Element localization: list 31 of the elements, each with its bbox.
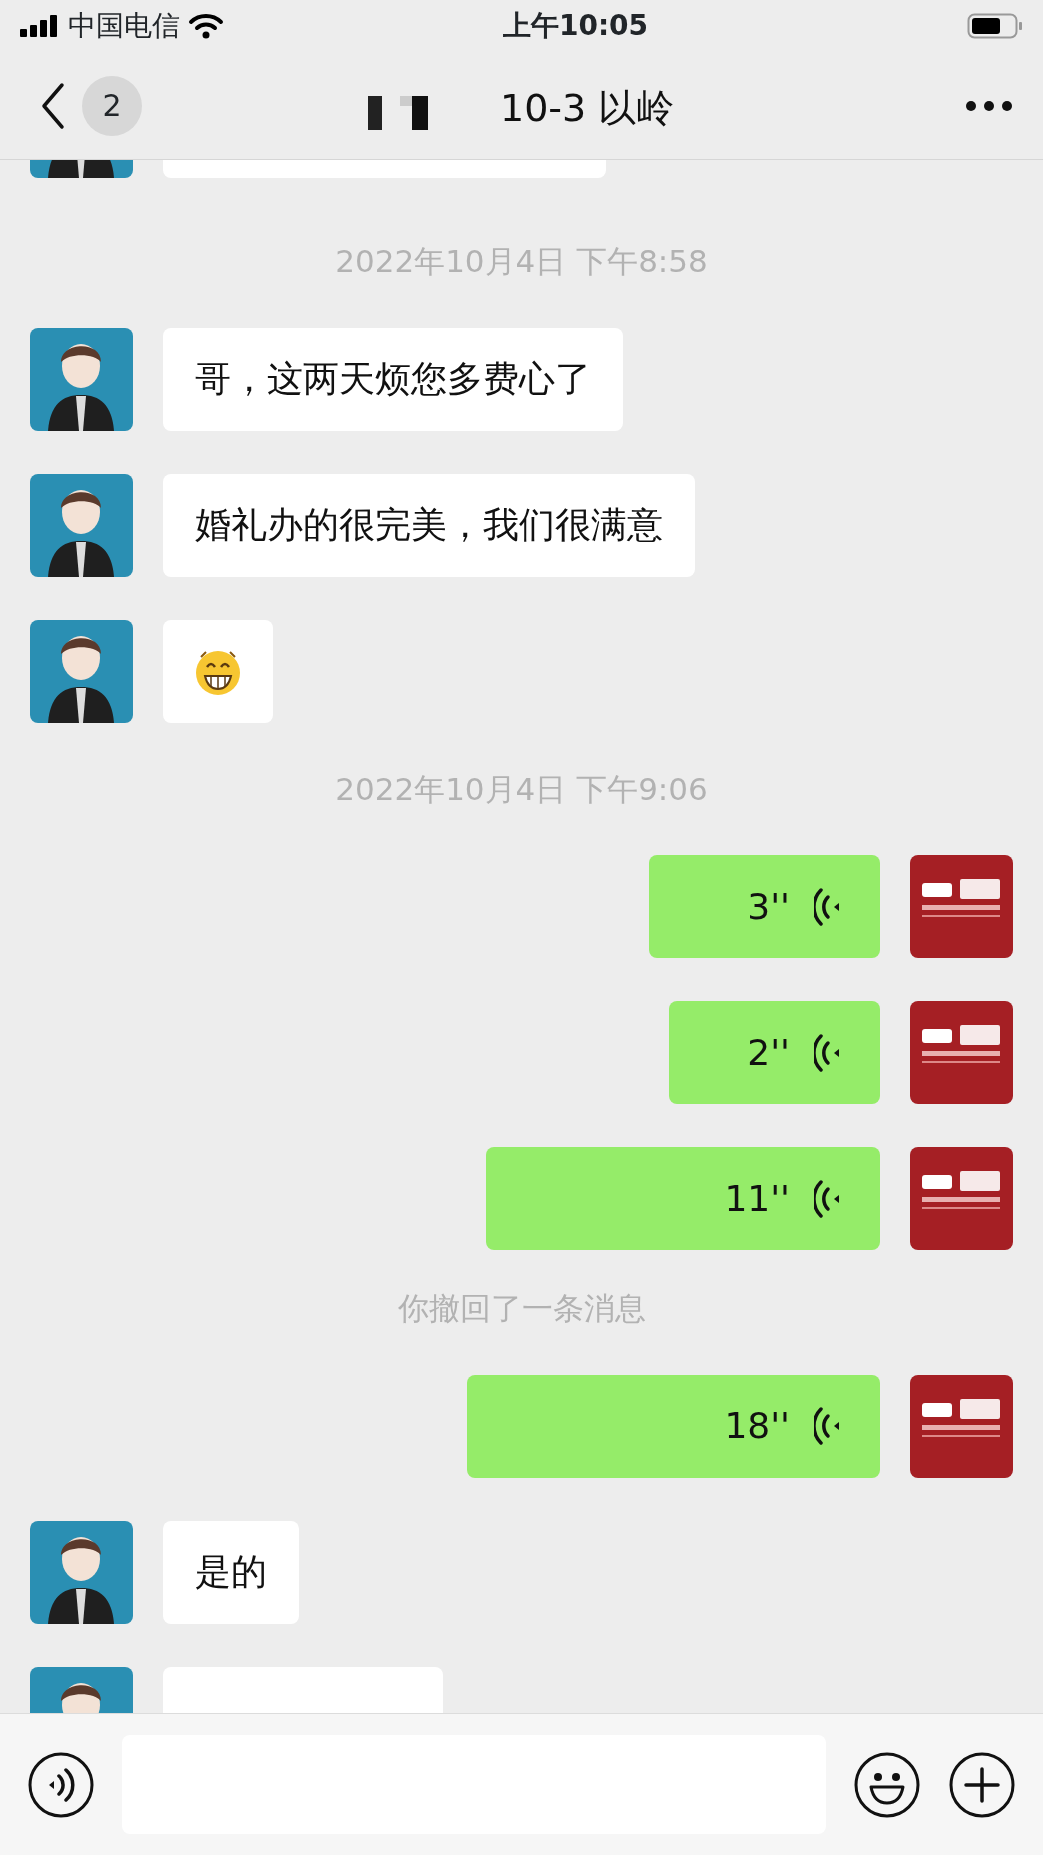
signal-icon <box>20 15 60 37</box>
unread-badge: 2 <box>82 75 142 136</box>
timestamp: 2022年10月4日 下午9:06 <box>335 769 708 809</box>
redaction-drawing <box>368 96 430 130</box>
voice-duration: 2'' <box>747 1030 790 1075</box>
voice-wave-icon <box>814 1032 840 1073</box>
recall-notice: 你撤回了一条消息 <box>397 1289 646 1328</box>
voice-duration: 18'' <box>724 1404 790 1448</box>
chat-title: 10-3 以岭 <box>500 85 675 132</box>
emoji-button[interactable] <box>853 1750 921 1819</box>
voice-message[interactable]: 11'' <box>485 1147 880 1250</box>
more-icon[interactable] <box>965 99 1013 112</box>
message-bubble: 是的 <box>163 1520 299 1624</box>
timestamp: 2022年10月4日 下午8:58 <box>335 242 708 281</box>
carrier-name: 中国电信 <box>68 8 180 44</box>
voice-message[interactable]: 18'' <box>467 1374 880 1478</box>
message-bubble: 哥，这两天烦您多费心了 <box>163 327 623 431</box>
clock-time: 上午10:05 <box>502 8 649 44</box>
voice-input-button[interactable] <box>27 1750 95 1819</box>
plus-button[interactable] <box>948 1750 1016 1819</box>
wifi-icon <box>188 13 224 39</box>
voice-message[interactable]: 2'' <box>669 1001 880 1104</box>
message-bubble: 婚礼办的很完美，我们很满意 <box>163 473 695 577</box>
voice-duration: 3'' <box>747 884 790 929</box>
voice-wave-icon <box>814 1178 840 1219</box>
voice-wave-icon <box>814 886 840 927</box>
battery-icon <box>967 13 1023 39</box>
voice-wave-icon <box>814 1406 840 1446</box>
voice-message[interactable]: 3'' <box>648 855 880 958</box>
voice-duration: 11'' <box>724 1176 790 1221</box>
back-icon[interactable] <box>40 81 66 130</box>
